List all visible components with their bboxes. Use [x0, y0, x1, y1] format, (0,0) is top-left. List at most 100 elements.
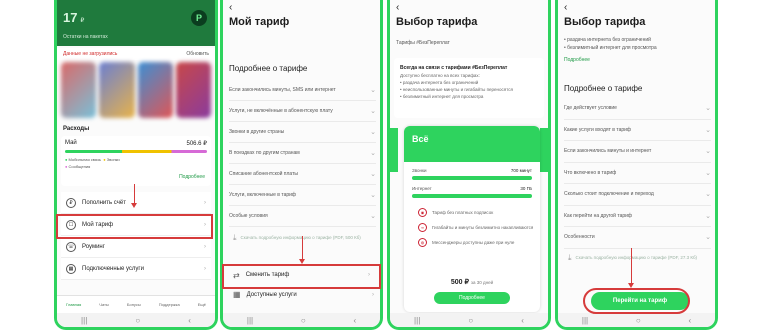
back-icon[interactable]: ‹ [688, 316, 691, 325]
legend-item: Мобильная связь [65, 157, 101, 162]
expenses-more-link[interactable]: Подробнее [179, 174, 205, 180]
list-item[interactable]: Услуги, не включённые в абонентскую плат… [229, 101, 376, 122]
chevron-right-icon: › [204, 199, 206, 206]
update-bar: Данные не загрузились Обновить [57, 48, 215, 60]
available-services-button[interactable]: ▦ Доступные услуги › [233, 290, 374, 299]
back-arrow-icon[interactable]: ‹ [564, 2, 567, 13]
list-item[interactable]: Какие услуги входят в тариф ⌄ [564, 120, 711, 141]
chevron-down-icon: ⌄ [705, 105, 711, 113]
list-item[interactable]: Особенности ⌄ [564, 227, 711, 249]
annotation-arrow [131, 184, 137, 208]
download-pdf-link[interactable]: ⤓ Скачать подробную информацию о тарифе … [233, 233, 374, 242]
update-button[interactable]: Обновить [186, 51, 209, 57]
more-link[interactable]: Подробнее [564, 56, 657, 64]
next-card-peek[interactable] [540, 128, 548, 172]
story-card[interactable] [61, 62, 97, 118]
list-item-label: Если закончились минуты и интернет [564, 148, 652, 155]
chevron-down-icon: ⌄ [705, 169, 711, 177]
home-icon[interactable]: ○ [301, 316, 306, 325]
section-title: Подробнее о тарифе [564, 84, 643, 93]
perk-line: • безлимитный интернет для просмотра [564, 45, 657, 51]
back-icon[interactable]: ‹ [521, 316, 524, 325]
list-item[interactable]: Списание абонентской платы ⌄ [229, 164, 376, 185]
feature-item: ◍ Мессенджеры доступны даже при нуле [418, 238, 540, 247]
feature-item: ∞ Гигабайты и минуты безлимитно накаплива… [418, 223, 540, 232]
tab-more[interactable]: Ещё [198, 302, 206, 307]
avatar[interactable]: P [191, 10, 207, 26]
page-title: Выбор тарифа [396, 16, 478, 28]
list-item[interactable]: Где действует условие ⌄ [564, 98, 711, 120]
stories-carousel[interactable] [61, 62, 211, 118]
annotation-highlight-switch-tariff [583, 288, 690, 314]
tariff-details-list: Если закончились минуты, SMS или интерне… [229, 80, 376, 227]
annotation-arrow [628, 248, 634, 288]
home-icon[interactable]: ○ [636, 316, 641, 325]
list-item[interactable]: В поездках по другим странам ⌄ [229, 143, 376, 164]
annotation-highlight-change-tariff [222, 264, 381, 289]
expenses-month: Май [65, 140, 77, 146]
balance-amount: 17 ₽ [63, 10, 84, 25]
tab-support[interactable]: Поддержка [159, 302, 180, 307]
list-item[interactable]: Если закончились минуты и интернет ⌄ [564, 141, 711, 163]
globe-icon: ☏ [66, 241, 76, 252]
recent-apps-icon[interactable]: ||| [81, 316, 87, 325]
list-item-label: Как перейти на другой тариф [564, 212, 633, 219]
tariff-card[interactable]: Всё Звонки 700 минут Интернет 30 ГБ ◉ Тар… [404, 126, 540, 312]
list-item[interactable]: Звонки в другие страны ⌄ [229, 122, 376, 143]
list-item-label: Особенности [564, 234, 595, 241]
limit-label: Звонки [412, 168, 427, 173]
feature-label: Тариф без платных подписок [432, 209, 494, 215]
list-item-label: В поездках по другим странам [229, 150, 300, 156]
chevron-down-icon: ⌄ [370, 108, 376, 115]
tab-chats[interactable]: Чаты [99, 302, 109, 307]
download-icon: ⤓ [233, 233, 237, 242]
home-icon[interactable]: ○ [135, 316, 140, 325]
tariff-details-button[interactable]: Подробнее [434, 292, 510, 304]
grid-icon: ▦ [66, 263, 76, 274]
limit-internet: Интернет 30 ГБ [404, 180, 540, 191]
recent-apps-icon[interactable]: ||| [247, 316, 253, 325]
balance-header: 17 ₽ P Остатки на пакетах [57, 0, 215, 46]
list-item[interactable]: Если закончились минуты, SMS или интерне… [229, 80, 376, 101]
tab-bar: Главная Чаты Бонусы Поддержка Ещё [57, 295, 215, 313]
list-item-label: Что включено в тариф [564, 169, 617, 176]
list-item-label: Сколько стоит подключение и переход [564, 191, 654, 198]
menu-item-roaming[interactable]: ☏ Роуминг › [61, 236, 211, 258]
promo-line: • безлимитный интернет для просмотра [400, 94, 484, 99]
back-arrow-icon[interactable]: ‹ [229, 2, 232, 13]
recent-apps-icon[interactable]: ||| [582, 316, 588, 325]
download-label: Скачать подробную информацию о тарифе (P… [240, 235, 361, 240]
tab-bonuses[interactable]: Бонусы [127, 302, 141, 307]
perk-line: • раздача интернета без ограничений [564, 37, 651, 43]
menu-item-services[interactable]: ▦ Подключенные услуги › [61, 258, 211, 280]
back-icon[interactable]: ‹ [353, 316, 356, 325]
prev-card-peek[interactable] [390, 128, 398, 172]
limit-value: 30 ГБ [520, 186, 532, 191]
price-value: 500 ₽ [450, 279, 469, 286]
expenses-card[interactable]: Май 506.6 ₽ Мобильная связь Звонки Сообщ… [61, 136, 211, 186]
list-item-label: Звонки в другие страны [229, 129, 285, 135]
chevron-right-icon: › [204, 243, 206, 250]
back-icon[interactable]: ‹ [188, 316, 191, 325]
phone-screen-choose-tariff: ‹ Выбор тарифа Тарифы #БезПереплат Всегд… [387, 0, 551, 330]
download-pdf-link[interactable]: ⤓ Скачать подробную информацию о тарифе … [568, 254, 709, 262]
back-arrow-icon[interactable]: ‹ [396, 2, 399, 13]
list-item-label: Какие услуги входят в тариф [564, 126, 632, 133]
story-card[interactable] [99, 62, 135, 118]
list-item[interactable]: Особые условия ⌄ [229, 206, 376, 227]
tab-home[interactable]: Главная [66, 302, 81, 307]
story-card[interactable] [137, 62, 173, 118]
expenses-bar [65, 150, 207, 153]
list-item[interactable]: Что включено в тариф ⌄ [564, 163, 711, 184]
home-icon[interactable]: ○ [468, 316, 473, 325]
tariff-name: Всё [404, 126, 540, 162]
list-item-label: Списание абонентской платы [229, 171, 298, 177]
list-item[interactable]: Как перейти на другой тариф ⌄ [564, 206, 711, 227]
recent-apps-icon[interactable]: ||| [414, 316, 420, 325]
list-item[interactable]: Сколько стоит подключение и переход ⌄ [564, 184, 711, 206]
system-navbar: ||| ○ ‹ [57, 313, 215, 327]
list-item[interactable]: Услуги, включенные в тариф ⌄ [229, 185, 376, 206]
chevron-down-icon: ⌄ [705, 148, 711, 156]
story-card[interactable] [175, 62, 211, 118]
section-title: Подробнее о тарифе [229, 64, 308, 73]
